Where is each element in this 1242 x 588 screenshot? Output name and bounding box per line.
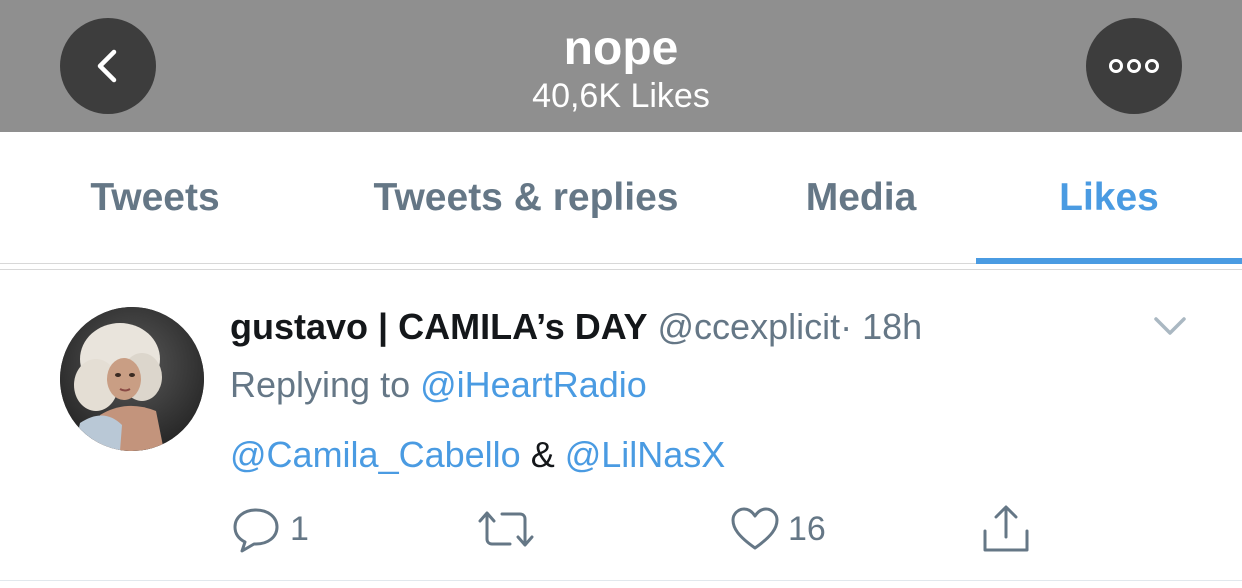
tweet-actions: 1 16 [0,499,1242,559]
replying-to-line: Replying to @iHeartRadio [230,363,647,407]
reply-count: 1 [290,509,309,548]
more-dots-icon [1109,59,1159,73]
avatar-image [60,307,204,451]
divider [0,580,1242,581]
tab-tweets[interactable]: Tweets [40,132,270,264]
avatar[interactable] [60,307,204,451]
tweet-card[interactable]: gustavo | CAMILA’s DAY @ccexplicit· 18h … [0,271,1242,581]
retweet-button[interactable] [476,499,544,559]
share-icon [983,505,1029,552]
reply-icon [233,508,279,553]
profile-name: nope [563,22,679,75]
profile-tabs: Tweets Tweets & replies Media Likes [0,132,1242,264]
mention-link[interactable]: @LilNasX [565,434,726,475]
tab-likes[interactable]: Likes [976,132,1242,264]
profile-header: nope 40,6K Likes [0,0,1242,132]
retweet-icon [478,511,534,547]
mention-joiner: & [530,434,555,475]
divider [0,264,1242,270]
likes-count: 40,6K Likes [532,77,710,115]
tab-tweets-and-replies[interactable]: Tweets & replies [340,132,712,264]
reply-button[interactable]: 1 [230,499,309,559]
tab-media[interactable]: Media [770,132,952,264]
display-name[interactable]: gustavo | CAMILA’s DAY [230,306,647,347]
tweet-header: gustavo | CAMILA’s DAY @ccexplicit· 18h [230,305,922,349]
share-button[interactable] [980,499,1032,559]
heart-icon [731,507,779,550]
user-handle[interactable]: @ccexplicit [658,306,841,347]
tweet-time: 18h [862,306,923,347]
separator-dot: · [840,306,853,347]
mention-link[interactable]: @iHeartRadio [420,364,647,405]
replying-prefix: Replying to [230,364,411,405]
like-count: 16 [788,509,826,548]
mention-link[interactable]: @Camila_Cabello [230,434,521,475]
more-button[interactable] [1086,18,1182,114]
chevron-down-icon [1154,317,1186,335]
tweet-body: @Camila_Cabello & @LilNasX [230,433,725,477]
tweet-menu-button[interactable] [1150,311,1190,341]
like-button[interactable]: 16 [730,499,826,559]
